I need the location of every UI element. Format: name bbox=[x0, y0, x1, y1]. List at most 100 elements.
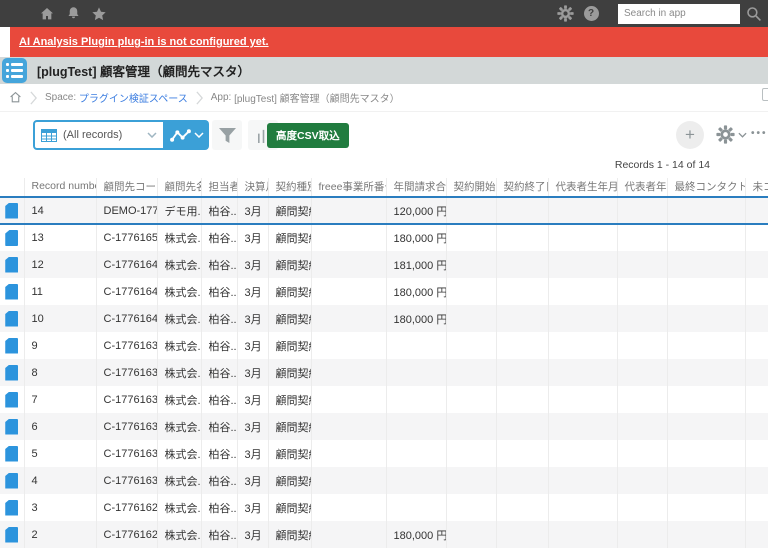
table-cell: 3月 bbox=[237, 521, 269, 548]
table-row[interactable]: 8C-17761636...株式会...柏谷...3月顧問契約 bbox=[0, 359, 768, 386]
table-cell bbox=[548, 440, 618, 467]
view-dropdown[interactable]: (All records) bbox=[33, 120, 165, 150]
record-detail-icon[interactable] bbox=[5, 256, 19, 273]
column-header[interactable]: 未コン bbox=[745, 178, 768, 198]
advanced-csv-import-button[interactable]: 高度CSV取込 bbox=[267, 123, 349, 148]
filter-button[interactable] bbox=[212, 120, 242, 150]
table-cell bbox=[311, 196, 387, 225]
table-row[interactable]: 4C-17761633...株式会...柏谷...3月顧問契約 bbox=[0, 467, 768, 494]
app-settings-button[interactable] bbox=[716, 125, 747, 144]
table-row[interactable]: 7C-17761635...株式会...柏谷...3月顧問契約 bbox=[0, 386, 768, 413]
notifications-bell-icon[interactable] bbox=[60, 0, 86, 27]
home-icon[interactable] bbox=[34, 0, 60, 27]
table-row[interactable]: 2C-17761622...株式会...柏谷...3月顧問契約 180,000 円 bbox=[0, 521, 768, 548]
table-cell: C-17761636... bbox=[96, 359, 158, 386]
table-cell: C-17761622... bbox=[96, 494, 158, 521]
column-header[interactable]: 顧問先名 bbox=[157, 178, 202, 198]
table-cell bbox=[311, 224, 387, 251]
search-icon[interactable] bbox=[740, 0, 768, 27]
table-cell: 顧問契約 bbox=[268, 440, 312, 467]
table-cell bbox=[386, 386, 447, 413]
plugin-error-link[interactable]: AI Analysis Plugin plug-in is not config… bbox=[19, 36, 269, 48]
more-options-button[interactable]: ••• bbox=[751, 128, 768, 139]
table-cell: 柏谷... bbox=[201, 440, 238, 467]
help-icon[interactable]: ? bbox=[578, 0, 604, 27]
table-cell bbox=[0, 386, 25, 413]
table-cell: 株式会... bbox=[157, 224, 202, 251]
column-header[interactable]: 契約開始日 bbox=[446, 178, 497, 198]
record-detail-icon[interactable] bbox=[5, 499, 19, 516]
table-cell: 顧問契約 bbox=[268, 413, 312, 440]
table-cell bbox=[386, 494, 447, 521]
table-cell bbox=[496, 386, 549, 413]
table-row[interactable]: 9C-17761638...株式会...柏谷...3月顧問契約 bbox=[0, 332, 768, 359]
table-cell: 180,000 円 bbox=[386, 224, 447, 251]
view-toolbar: (All records) 高度CSV取込 + ••• bbox=[0, 112, 768, 158]
search-input[interactable] bbox=[618, 3, 740, 24]
add-record-button[interactable]: + bbox=[676, 121, 704, 149]
column-header[interactable]: 契約種別 bbox=[268, 178, 312, 198]
table-row[interactable]: 5C-17761633...株式会...柏谷...3月顧問契約 bbox=[0, 440, 768, 467]
column-header[interactable]: 決算月 bbox=[237, 178, 269, 198]
record-detail-icon[interactable] bbox=[5, 202, 19, 219]
column-header[interactable]: 年間請求合計 bbox=[386, 178, 447, 198]
table-row[interactable]: 12C-17761649...株式会...柏谷...3月顧問契約 181,000 … bbox=[0, 251, 768, 278]
table-cell bbox=[446, 196, 497, 225]
table-cell bbox=[0, 440, 25, 467]
record-detail-icon[interactable] bbox=[5, 364, 19, 381]
table-cell: 12 bbox=[24, 251, 97, 278]
gear-icon bbox=[716, 125, 735, 144]
column-header[interactable]: Record number bbox=[24, 178, 97, 198]
hamburger-menu-icon[interactable] bbox=[0, 0, 34, 27]
record-detail-icon[interactable] bbox=[5, 418, 19, 435]
app-icon[interactable] bbox=[2, 58, 27, 83]
funnel-icon bbox=[218, 127, 236, 143]
table-row[interactable]: 13C-17761658...株式会...柏谷...3月顧問契約 180,000 … bbox=[0, 224, 768, 251]
record-detail-icon[interactable] bbox=[5, 283, 19, 300]
column-header[interactable]: 代表者生年月日 bbox=[548, 178, 618, 198]
table-row[interactable]: 6C-17761634...株式会...柏谷...3月顧問契約 bbox=[0, 413, 768, 440]
record-detail-icon[interactable] bbox=[5, 337, 19, 354]
table-cell: 株式会... bbox=[157, 494, 202, 521]
graph-view-dropdown[interactable] bbox=[165, 120, 209, 150]
table-cell: 顧問契約 bbox=[268, 386, 312, 413]
record-detail-icon[interactable] bbox=[5, 445, 19, 462]
table-cell bbox=[496, 224, 549, 251]
table-row[interactable]: 11C-17761647...株式会...柏谷...3月顧問契約 180,000 … bbox=[0, 278, 768, 305]
column-header[interactable]: 代表者年齢 bbox=[617, 178, 668, 198]
table-cell bbox=[745, 467, 768, 494]
gear-icon[interactable] bbox=[552, 0, 578, 27]
table-cell: C-17761642... bbox=[96, 305, 158, 332]
table-row[interactable]: 3C-17761622...株式会...柏谷...3月顧問契約 bbox=[0, 494, 768, 521]
record-detail-icon[interactable] bbox=[5, 230, 19, 246]
table-cell bbox=[311, 467, 387, 494]
table-cell bbox=[496, 467, 549, 494]
table-cell: C-17761622... bbox=[96, 521, 158, 548]
column-header[interactable]: freee事業所番号 bbox=[311, 178, 387, 198]
table-row[interactable]: 14DEMO-1776...デモ用...柏谷...3月顧問契約 120,000 円 bbox=[0, 196, 768, 225]
table-cell: 柏谷... bbox=[201, 224, 238, 251]
table-cell: 柏谷... bbox=[201, 332, 238, 359]
record-detail-icon[interactable] bbox=[5, 526, 19, 543]
breadcrumb: Space: プラグイン検証スペース App: [plugTest] 顧客管理（… bbox=[0, 84, 768, 112]
chevron-down-icon bbox=[194, 132, 204, 138]
breadcrumb-space-link[interactable]: プラグイン検証スペース bbox=[79, 90, 188, 105]
thread-icon[interactable] bbox=[762, 88, 768, 101]
table-cell bbox=[617, 278, 668, 305]
column-header[interactable]: 顧問先コード bbox=[96, 178, 158, 198]
table-cell: C-17761635... bbox=[96, 386, 158, 413]
breadcrumb-home-icon[interactable] bbox=[9, 91, 22, 104]
column-header[interactable]: 契約終了日 bbox=[496, 178, 549, 198]
table-cell bbox=[667, 196, 746, 225]
table-cell bbox=[745, 359, 768, 386]
record-detail-icon[interactable] bbox=[5, 472, 19, 489]
column-header[interactable]: 最終コンタクト日 bbox=[667, 178, 746, 198]
record-detail-icon[interactable] bbox=[5, 310, 19, 327]
table-cell: 8 bbox=[24, 359, 97, 386]
table-cell bbox=[667, 359, 746, 386]
table-row[interactable]: 10C-17761642...株式会...柏谷...3月顧問契約 180,000 … bbox=[0, 305, 768, 332]
column-header[interactable]: 担当者 bbox=[201, 178, 238, 198]
favorites-star-icon[interactable] bbox=[86, 0, 112, 27]
record-detail-icon[interactable] bbox=[5, 391, 19, 408]
view-selector[interactable]: (All records) bbox=[33, 120, 209, 150]
